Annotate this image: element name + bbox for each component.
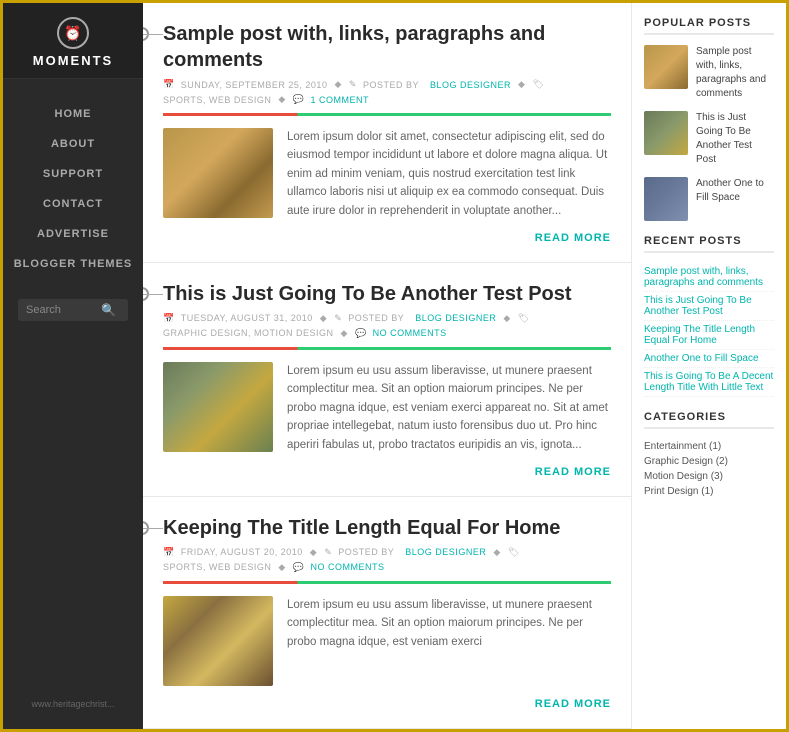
- popular-posts-widget: POPULAR POSTS Sample post with, links, p…: [644, 17, 774, 221]
- post-body: Lorem ipsum eu usu assum liberavisse, ut…: [163, 596, 611, 686]
- read-more-link[interactable]: READ MORE: [535, 466, 611, 478]
- popular-post-text: This is Just Going To Be Another Test Po…: [696, 111, 774, 167]
- post-item: Sample post with, links, paragraphs and …: [143, 3, 631, 263]
- categories-title: CATEGORIES: [644, 411, 774, 429]
- categories-list: Entertainment (1) Graphic Design (2) Motio…: [644, 439, 774, 499]
- popular-post-thumbnail: [644, 177, 688, 221]
- logo-icon: ⏰: [57, 17, 89, 49]
- recent-post-item[interactable]: Sample post with, links, paragraphs and …: [644, 263, 774, 292]
- recent-posts-title: RECENT POSTS: [644, 235, 774, 253]
- recent-posts-widget: RECENT POSTS Sample post with, links, pa…: [644, 235, 774, 397]
- nav-link[interactable]: ADVERTISE: [3, 219, 143, 249]
- post-thumbnail: [163, 362, 273, 452]
- recent-posts-list: Sample post with, links, paragraphs and …: [644, 263, 774, 397]
- category-link[interactable]: Motion Design (3): [644, 471, 723, 482]
- post-meta: 📅FRIDAY, AUGUST 20, 2010 ◆ ✎POSTED BY BL…: [163, 547, 611, 573]
- post-bullet-line: [143, 294, 163, 295]
- post-color-bar: [163, 113, 611, 116]
- read-more-link[interactable]: READ MORE: [535, 232, 611, 244]
- post-date: FRIDAY, AUGUST 20, 2010: [181, 547, 303, 557]
- category-item: Entertainment (1): [644, 439, 774, 454]
- post-comments[interactable]: NO COMMENTS: [373, 328, 447, 338]
- nav-item[interactable]: BLOGGER THEMES: [3, 249, 143, 279]
- popular-post-thumbnail: [644, 45, 688, 89]
- category-item: Print Design (1): [644, 484, 774, 499]
- read-more-wrap: READ MORE: [163, 228, 611, 246]
- nav-item[interactable]: SUPPORT: [3, 159, 143, 189]
- search-input[interactable]: [26, 304, 101, 316]
- logo-text: MOMENTS: [33, 53, 113, 68]
- nav-item[interactable]: HOME: [3, 99, 143, 129]
- popular-post-item[interactable]: Sample post with, links, paragraphs and …: [644, 45, 774, 101]
- post-item: Keeping The Title Length Equal For Home 📅…: [143, 497, 631, 729]
- post-meta: 📅TUESDAY, AUGUST 31, 2010 ◆ ✎POSTED BY B…: [163, 313, 611, 339]
- sidebar-url: www.heritagechrist...: [31, 669, 114, 709]
- read-more-wrap: READ MORE: [163, 694, 611, 712]
- category-item: Motion Design (3): [644, 469, 774, 484]
- post-body: Lorem ipsum dolor sit amet, consectetur …: [163, 128, 611, 220]
- post-body: Lorem ipsum eu usu assum liberavisse, ut…: [163, 362, 611, 454]
- popular-post-text: Sample post with, links, paragraphs and …: [696, 45, 774, 101]
- logo: ⏰ MOMENTS: [3, 3, 143, 79]
- post-title[interactable]: This is Just Going To Be Another Test Po…: [163, 281, 611, 307]
- nav-link[interactable]: HOME: [3, 99, 143, 129]
- main-content: Sample post with, links, paragraphs and …: [143, 3, 631, 729]
- post-bullet-line: [143, 528, 163, 529]
- recent-post-item[interactable]: Keeping The Title Length Equal For Home: [644, 321, 774, 350]
- post-author[interactable]: BLOG DESIGNER: [430, 80, 511, 90]
- right-sidebar: POPULAR POSTS Sample post with, links, p…: [631, 3, 786, 729]
- post-tags: SPORTS, WEB DESIGN: [163, 95, 271, 105]
- nav-link[interactable]: SUPPORT: [3, 159, 143, 189]
- popular-posts-title: POPULAR POSTS: [644, 17, 774, 35]
- post-comments[interactable]: NO COMMENTS: [311, 562, 385, 572]
- post-date: SUNDAY, SEPTEMBER 25, 2010: [181, 80, 328, 90]
- nav-list: HOMEABOUTSUPPORTCONTACTADVERTISEBLOGGER …: [3, 99, 143, 279]
- post-title[interactable]: Keeping The Title Length Equal For Home: [163, 515, 611, 541]
- post-date: TUESDAY, AUGUST 31, 2010: [181, 313, 313, 323]
- nav-link[interactable]: BLOGGER THEMES: [3, 249, 143, 279]
- post-thumbnail: [163, 596, 273, 686]
- post-color-bar: [163, 347, 611, 350]
- post-tags: SPORTS, WEB DESIGN: [163, 562, 271, 572]
- left-sidebar: ⏰ MOMENTS HOMEABOUTSUPPORTCONTACTADVERTI…: [3, 3, 143, 729]
- post-meta: 📅SUNDAY, SEPTEMBER 25, 2010 ◆ ✎POSTED BY…: [163, 79, 611, 105]
- recent-post-item[interactable]: Another One to Fill Space: [644, 350, 774, 368]
- search-box[interactable]: 🔍: [18, 299, 128, 321]
- category-item: Graphic Design (2): [644, 454, 774, 469]
- post-bullet-line: [143, 34, 163, 35]
- recent-post-item[interactable]: This is Just Going To Be Another Test Po…: [644, 292, 774, 321]
- post-comments[interactable]: 1 COMMENT: [311, 95, 370, 105]
- post-thumbnail: [163, 128, 273, 218]
- posts-container: Sample post with, links, paragraphs and …: [143, 3, 631, 729]
- nav-link[interactable]: ABOUT: [3, 129, 143, 159]
- nav-item[interactable]: ADVERTISE: [3, 219, 143, 249]
- nav-item[interactable]: CONTACT: [3, 189, 143, 219]
- popular-post-item[interactable]: Another One to Fill Space: [644, 177, 774, 221]
- post-excerpt: Lorem ipsum dolor sit amet, consectetur …: [287, 128, 611, 220]
- post-item: This is Just Going To Be Another Test Po…: [143, 263, 631, 497]
- popular-posts-list: Sample post with, links, paragraphs and …: [644, 45, 774, 221]
- search-button[interactable]: 🔍: [101, 303, 116, 317]
- post-author[interactable]: BLOG DESIGNER: [405, 547, 486, 557]
- read-more-wrap: READ MORE: [163, 462, 611, 480]
- category-link[interactable]: Entertainment (1): [644, 441, 721, 452]
- popular-post-item[interactable]: This is Just Going To Be Another Test Po…: [644, 111, 774, 167]
- category-link[interactable]: Graphic Design (2): [644, 456, 728, 467]
- nav-link[interactable]: CONTACT: [3, 189, 143, 219]
- post-title[interactable]: Sample post with, links, paragraphs and …: [163, 21, 611, 73]
- post-color-bar: [163, 581, 611, 584]
- read-more-link[interactable]: READ MORE: [535, 698, 611, 710]
- popular-post-thumbnail: [644, 111, 688, 155]
- recent-post-item[interactable]: This is Going To Be A Decent Length Titl…: [644, 368, 774, 397]
- post-excerpt: Lorem ipsum eu usu assum liberavisse, ut…: [287, 362, 611, 454]
- post-excerpt: Lorem ipsum eu usu assum liberavisse, ut…: [287, 596, 611, 686]
- category-link[interactable]: Print Design (1): [644, 486, 713, 497]
- post-tags: GRAPHIC DESIGN, MOTION DESIGN: [163, 328, 334, 338]
- nav-item[interactable]: ABOUT: [3, 129, 143, 159]
- main-nav: HOMEABOUTSUPPORTCONTACTADVERTISEBLOGGER …: [3, 99, 143, 279]
- categories-widget: CATEGORIES Entertainment (1) Graphic Desi…: [644, 411, 774, 499]
- post-author[interactable]: BLOG DESIGNER: [415, 313, 496, 323]
- popular-post-text: Another One to Fill Space: [696, 177, 774, 205]
